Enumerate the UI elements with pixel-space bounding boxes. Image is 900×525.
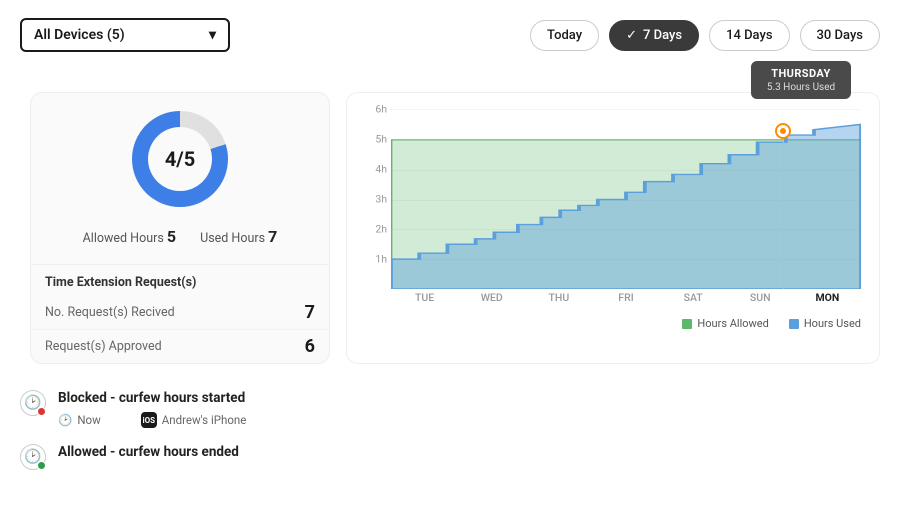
filter-today-label: Today xyxy=(547,28,582,43)
filter-14-days[interactable]: 14 Days xyxy=(709,20,789,51)
x-tick: FRI xyxy=(592,291,659,309)
status-when: 🕑 Now xyxy=(58,413,101,427)
filter-30-days-label: 30 Days xyxy=(817,28,863,43)
requests-approved-label: Request(s) Approved xyxy=(45,339,162,354)
requests-approved-row: Request(s) Approved 6 xyxy=(31,329,329,363)
x-tick: MON xyxy=(794,291,861,309)
used-hours: Used Hours 7 xyxy=(200,227,277,246)
topbar: All Devices (5) ▾ Today ✓ 7 Days 14 Days… xyxy=(0,0,900,62)
allowed-hours-label: Allowed Hours xyxy=(83,231,164,246)
x-tick: SUN xyxy=(727,291,794,309)
requests-received-row: No. Request(s) Recived 7 xyxy=(31,296,329,329)
chart-legend: Hours Allowed Hours Used xyxy=(365,317,861,330)
status-device-label: Andrew's iPhone xyxy=(162,413,247,427)
y-tick: 2h xyxy=(375,222,387,235)
hours-row: Allowed Hours 5 Used Hours 7 xyxy=(31,227,329,246)
legend-swatch-used xyxy=(789,319,799,329)
date-range-filter: Today ✓ 7 Days 14 Days 30 Days xyxy=(530,20,880,51)
used-hours-label: Used Hours xyxy=(200,231,265,246)
device-select-label: All Devices (5) xyxy=(34,27,125,43)
y-tick: 4h xyxy=(375,162,387,175)
y-axis: 6h 5h 4h 3h 2h 1h xyxy=(365,109,389,289)
chart-tooltip-subtitle: 5.3 Hours Used xyxy=(761,82,841,93)
highlight-line xyxy=(783,131,784,289)
panels: 4/5 Allowed Hours 5 Used Hours 7 Time Ex… xyxy=(0,62,900,376)
x-tick: WED xyxy=(458,291,525,309)
status-blocked-meta: 🕑 Now iOS Andrew's iPhone xyxy=(58,412,880,428)
legend-used-label: Hours Used xyxy=(804,317,861,330)
filter-30-days[interactable]: 30 Days xyxy=(800,20,880,51)
summary-card: 4/5 Allowed Hours 5 Used Hours 7 Time Ex… xyxy=(30,92,330,364)
requests-approved-value: 6 xyxy=(305,336,315,357)
plot-region xyxy=(391,109,861,289)
status-blocked[interactable]: 🕑 Blocked - curfew hours started 🕑 Now iO… xyxy=(20,382,880,436)
filter-7-days[interactable]: ✓ 7 Days xyxy=(609,20,699,51)
filter-today[interactable]: Today xyxy=(530,20,599,51)
status-when-label: Now xyxy=(77,413,100,427)
requests-received-label: No. Request(s) Recived xyxy=(45,305,175,320)
requests-received-value: 7 xyxy=(305,302,315,323)
y-tick: 5h xyxy=(375,132,387,145)
status-allowed-title: Allowed - curfew hours ended xyxy=(58,444,880,460)
filter-7-days-label: 7 Days xyxy=(643,28,682,43)
device-select[interactable]: All Devices (5) ▾ xyxy=(20,18,230,52)
filter-14-days-label: 14 Days xyxy=(726,28,772,43)
usage-chart-card: THURSDAY 5.3 Hours Used 6h 5h 4h 3h 2h 1… xyxy=(346,92,880,364)
donut-ratio: 4/5 xyxy=(148,127,212,191)
chevron-down-icon: ▾ xyxy=(209,27,216,43)
status-body: Allowed - curfew hours ended xyxy=(58,444,880,460)
x-tick: TUE xyxy=(391,291,458,309)
y-tick: 6h xyxy=(375,103,387,116)
legend-swatch-allowed xyxy=(682,319,692,329)
y-tick: 3h xyxy=(375,193,387,206)
status-body: Blocked - curfew hours started 🕑 Now iOS A… xyxy=(58,390,880,428)
allowed-hours: Allowed Hours 5 xyxy=(83,227,176,246)
clock-allowed-icon: 🕑 xyxy=(20,444,46,470)
y-tick: 1h xyxy=(375,252,387,265)
requests-title: Time Extension Request(s) xyxy=(31,265,329,296)
clock-blocked-icon: 🕑 xyxy=(20,390,46,416)
highlight-marker-icon xyxy=(777,125,789,137)
x-tick: SAT xyxy=(660,291,727,309)
x-tick: THU xyxy=(525,291,592,309)
status-allowed[interactable]: 🕑 Allowed - curfew hours ended xyxy=(20,436,880,478)
legend-allowed-label: Hours Allowed xyxy=(697,317,768,330)
clock-small-icon: 🕑 xyxy=(58,413,72,427)
x-axis: TUE WED THU FRI SAT SUN MON xyxy=(391,291,861,309)
chart-tooltip: THURSDAY 5.3 Hours Used xyxy=(751,61,851,99)
status-device: iOS Andrew's iPhone xyxy=(141,412,247,428)
status-blocked-title: Blocked - curfew hours started xyxy=(58,390,880,406)
status-list: 🕑 Blocked - curfew hours started 🕑 Now iO… xyxy=(0,376,900,484)
donut-chart: 4/5 xyxy=(31,111,329,207)
chart-svg xyxy=(391,110,861,289)
allowed-hours-value: 5 xyxy=(167,227,176,246)
legend-allowed: Hours Allowed xyxy=(682,317,768,330)
chart-tooltip-title: THURSDAY xyxy=(761,67,841,80)
used-hours-value: 7 xyxy=(268,227,277,246)
legend-used: Hours Used xyxy=(789,317,861,330)
ios-badge-icon: iOS xyxy=(141,412,157,428)
check-icon: ✓ xyxy=(626,28,637,43)
donut-ring: 4/5 xyxy=(132,111,228,207)
chart-area[interactable]: 6h 5h 4h 3h 2h 1h xyxy=(365,109,861,309)
